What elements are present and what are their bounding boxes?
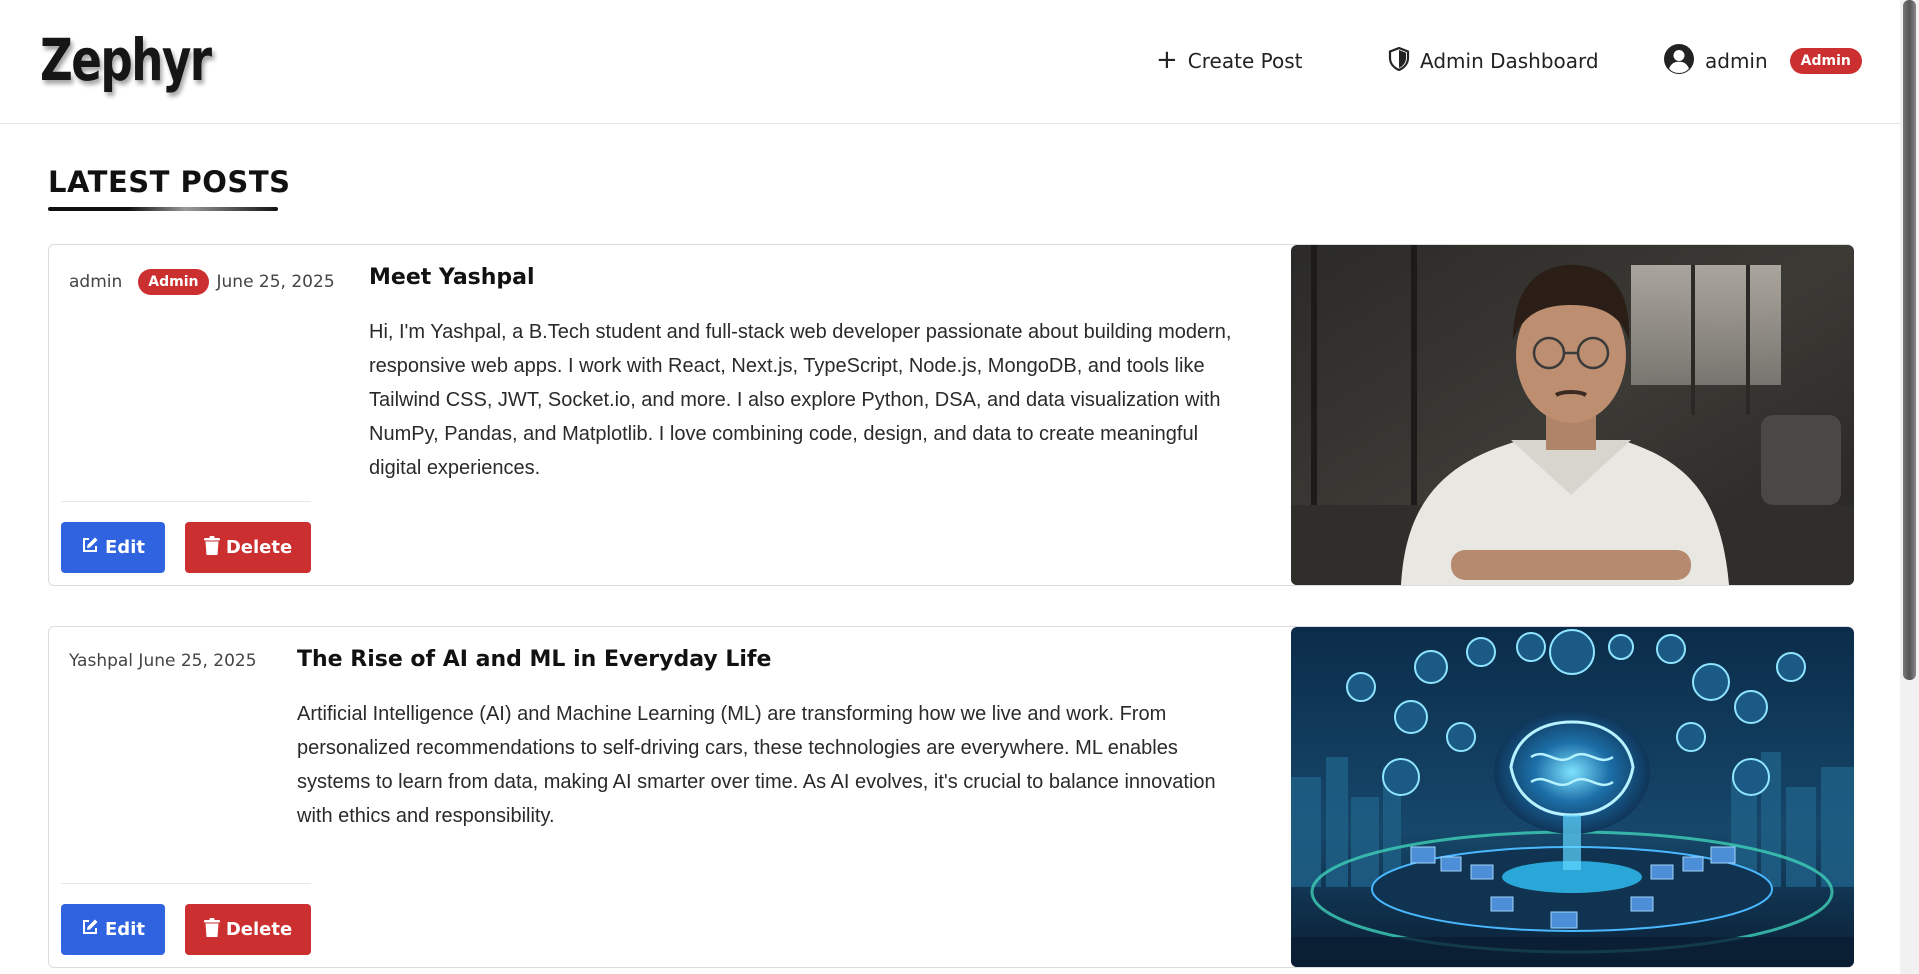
admin-dashboard-label: Admin Dashboard — [1420, 49, 1599, 73]
edit-label: Edit — [105, 537, 145, 558]
delete-label: Delete — [225, 537, 293, 558]
user-menu[interactable]: admin Admin — [1663, 43, 1862, 76]
post-title[interactable]: Meet Yashpal — [369, 265, 535, 290]
edit-button[interactable]: Edit — [61, 522, 165, 573]
delete-button[interactable]: Delete — [185, 522, 311, 573]
site-header: Zephyr + Create Post Admin Dashboard adm… — [0, 0, 1900, 124]
username-label: admin — [1705, 49, 1768, 73]
post-excerpt: Hi, I'm Yashpal, a B.Tech student and fu… — [369, 321, 1232, 479]
edit-icon — [81, 918, 99, 941]
post-thumbnail-ai-brain[interactable] — [1291, 627, 1854, 967]
post-excerpt: Artificial Intelligence (AI) and Machine… — [297, 703, 1216, 827]
post-title[interactable]: The Rise of AI and ML in Everyday Life — [297, 647, 1257, 672]
author-role-badge: Admin — [138, 269, 209, 295]
edit-button[interactable]: Edit — [61, 904, 165, 955]
title-underline — [48, 207, 278, 211]
divider — [61, 883, 311, 884]
delete-label: Delete — [225, 919, 293, 940]
site-logo[interactable]: Zephyr — [40, 26, 212, 94]
divider — [61, 501, 311, 502]
edit-label: Edit — [105, 919, 145, 940]
scrollbar-thumb[interactable] — [1903, 0, 1916, 680]
section-title: LATEST POSTS — [48, 165, 291, 199]
user-avatar-icon — [1663, 43, 1695, 80]
create-post-link[interactable]: + Create Post — [1156, 46, 1302, 76]
trash-icon — [203, 917, 220, 942]
edit-icon — [81, 536, 99, 559]
plus-icon: + — [1156, 45, 1178, 75]
trash-icon — [203, 535, 220, 560]
post-card: Yashpal June 25, 2025 The Rise of AI and… — [48, 626, 1854, 968]
post-meta: Yashpal June 25, 2025 — [69, 651, 257, 671]
post-date: June 25, 2025 — [216, 272, 335, 292]
post-thumbnail-portrait[interactable] — [1291, 245, 1854, 585]
shield-icon — [1388, 46, 1410, 76]
post-author: admin — [69, 272, 123, 292]
create-post-label: Create Post — [1187, 49, 1303, 73]
delete-button[interactable]: Delete — [185, 904, 311, 955]
admin-dashboard-link[interactable]: Admin Dashboard — [1388, 46, 1599, 76]
post-author-date: Yashpal June 25, 2025 — [69, 651, 257, 671]
post-card: admin Admin June 25, 2025 Meet Yashpal H… — [48, 244, 1854, 586]
post-meta: admin Admin June 25, 2025 — [69, 269, 335, 295]
role-badge: Admin — [1789, 48, 1862, 74]
